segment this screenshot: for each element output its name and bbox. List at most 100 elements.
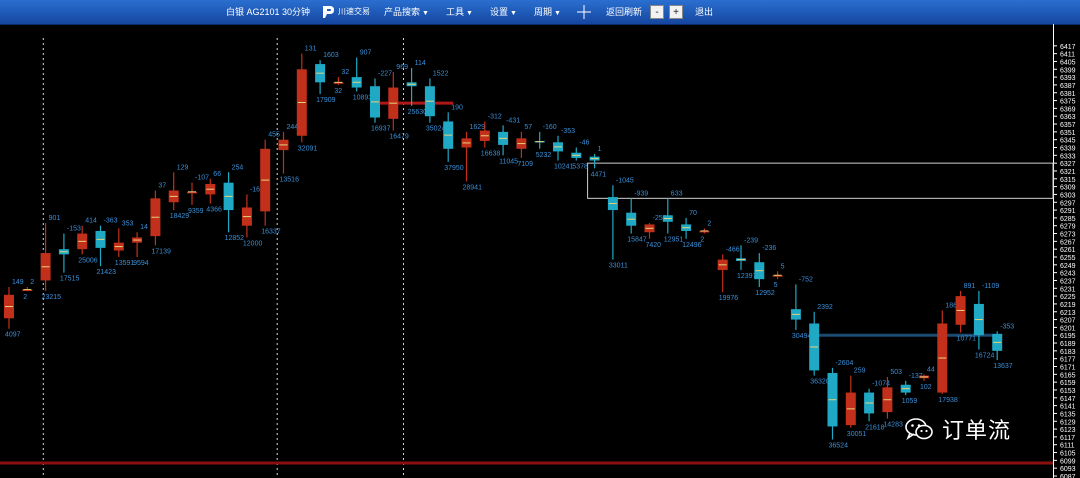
delta-label: 1603: [323, 52, 339, 59]
candle: [955, 290, 966, 333]
menu-label: 设置: [490, 7, 509, 17]
candle: [864, 388, 875, 422]
delta-label: 57: [524, 124, 532, 131]
delta-label: 32: [341, 69, 349, 76]
y-tick-label: 6261: [1060, 247, 1076, 254]
y-tick-label: 6417: [1060, 44, 1076, 51]
candle: [260, 139, 271, 226]
delta-label: -466: [726, 246, 740, 253]
y-tick-label: 6183: [1060, 349, 1076, 356]
range-box: [587, 162, 1054, 199]
volume-label: 5378: [572, 164, 588, 171]
y-tick-label: 6099: [1060, 458, 1076, 465]
menu-settings[interactable]: 设置 ▼: [490, 0, 517, 24]
delta-label: 131: [305, 46, 317, 53]
candle: [516, 131, 527, 158]
y-tick-label: 6141: [1060, 404, 1076, 411]
volume-label: 4471: [591, 171, 607, 178]
candle: [168, 172, 179, 211]
volume-label: 36524: [829, 443, 849, 450]
y-tick-label: 6357: [1060, 122, 1076, 129]
delta-label: -1109: [982, 283, 999, 290]
y-tick-label: 6321: [1060, 169, 1076, 176]
y-tick-label: 6111: [1060, 443, 1075, 450]
volume-label: 9359: [188, 208, 204, 215]
candle: [22, 286, 33, 292]
candle: [443, 112, 454, 162]
volume-label: 2: [23, 294, 27, 301]
y-tick-label: 6201: [1060, 325, 1076, 332]
delta-label: 503: [890, 369, 902, 376]
candlestick-chart[interactable]: 6417641164056399639363876381637563696363…: [0, 24, 1080, 478]
volume-label: 32: [334, 88, 342, 95]
volume-label: 19976: [719, 295, 739, 302]
crosshair-icon[interactable]: [576, 4, 592, 20]
candle: [662, 198, 673, 234]
volume-label: 33011: [609, 263, 628, 270]
delta-label: -752: [799, 276, 813, 283]
y-tick-label: 6225: [1060, 294, 1076, 301]
y-tick-label: 6291: [1060, 208, 1076, 215]
volume-label: 2: [700, 237, 704, 244]
delta-label: 1629: [470, 124, 486, 131]
candle: [223, 172, 234, 233]
candle: [370, 78, 380, 123]
y-tick-label: 6369: [1060, 106, 1076, 113]
y-tick-label: 6249: [1060, 263, 1076, 270]
y-tick-label: 6195: [1060, 333, 1076, 340]
delta-label: 186: [945, 302, 957, 309]
delta-label: -353: [1000, 323, 1014, 330]
candle: [113, 228, 124, 257]
zoom-out-button[interactable]: -: [650, 5, 664, 19]
delta-label: 244: [287, 124, 299, 131]
y-tick-label: 6333: [1060, 153, 1076, 160]
volume-label: 14283: [883, 422, 903, 429]
y-tick-label: 6297: [1060, 200, 1076, 207]
menu-product-search[interactable]: 产品搜索 ▼: [384, 0, 429, 24]
menu-tools[interactable]: 工具 ▼: [446, 0, 473, 24]
volume-label: 16937: [371, 126, 391, 133]
candle: [589, 154, 600, 169]
y-tick-label: 6267: [1060, 239, 1076, 246]
volume-label: 37950: [444, 165, 464, 172]
volume-label: 1059: [902, 398, 918, 405]
volume-label: 7420: [646, 242, 662, 249]
logo-icon: [323, 6, 334, 18]
volume-label: 17938: [938, 397, 958, 404]
delta-label: 2: [30, 279, 34, 286]
exit-button[interactable]: 退出: [695, 0, 713, 24]
volume-label: 12852: [225, 235, 245, 242]
volume-label: 21618: [865, 424, 885, 431]
menu-label: 工具: [446, 7, 465, 17]
candle: [900, 380, 911, 396]
volume-label: 16479: [389, 134, 409, 141]
volume-label: 9594: [133, 260, 149, 267]
y-tick-label: 6129: [1060, 419, 1076, 426]
volume-label: 18429: [170, 213, 190, 220]
delta-label: -227: [378, 70, 392, 77]
y-tick-label: 6279: [1060, 224, 1076, 231]
y-tick-label: 6135: [1060, 411, 1076, 418]
zoom-in-button[interactable]: +: [669, 5, 683, 19]
y-tick-label: 6207: [1060, 318, 1076, 325]
delta-label: -431: [506, 117, 520, 124]
volume-label: 13591: [115, 260, 135, 267]
y-tick-label: 6393: [1060, 75, 1076, 82]
delta-label: 14: [140, 224, 148, 231]
menu-label: 周期: [534, 7, 553, 17]
delta-label: -312: [488, 113, 502, 120]
delta-label: 259: [854, 368, 866, 375]
y-tick-label: 6375: [1060, 99, 1076, 106]
volume-label: 11045: [499, 158, 518, 165]
candle: [845, 375, 856, 428]
candle: [205, 178, 216, 204]
delta-label: 353: [122, 220, 134, 227]
candle: [4, 286, 14, 329]
chevron-down-icon: ▼: [510, 10, 517, 17]
volume-label: 4366: [206, 207, 222, 214]
chevron-down-icon: ▼: [466, 10, 473, 17]
volume-label: 10241: [554, 164, 574, 171]
y-tick-label: 6231: [1060, 286, 1076, 293]
menu-period[interactable]: 周期 ▼: [534, 0, 561, 24]
back-refresh-button[interactable]: 返回刷新: [606, 0, 642, 24]
